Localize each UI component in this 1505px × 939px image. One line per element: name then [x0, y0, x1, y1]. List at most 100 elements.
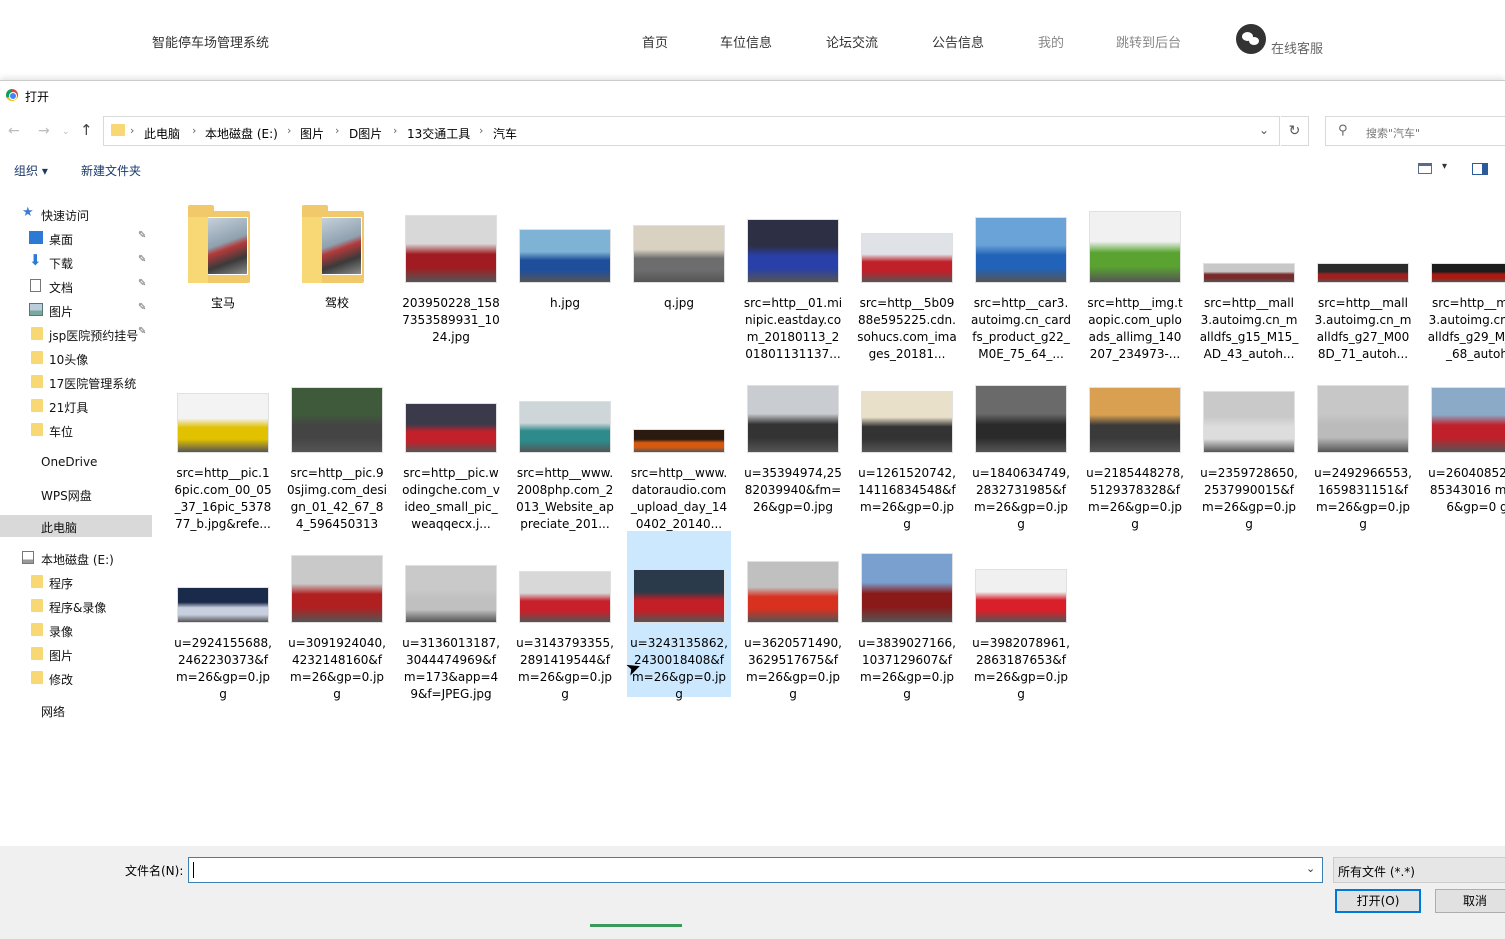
file-item[interactable]: u=3620571490,3629517675&fm=26&gp=0.jpg — [741, 531, 845, 701]
file-item[interactable]: h.jpg — [513, 191, 617, 357]
open-button[interactable]: 打开(O) — [1335, 889, 1421, 913]
file-item[interactable]: u=3143793355,2891419544&fm=26&gp=0.jpg — [513, 531, 617, 701]
filetype-select[interactable]: 所有文件 (*.*) — [1333, 857, 1505, 883]
filename-input[interactable] — [188, 857, 1323, 883]
pin-icon[interactable]: ✎ — [138, 230, 146, 241]
view-options-chevron-icon[interactable]: ▾ — [1442, 161, 1447, 172]
sidebar-item-this-pc[interactable]: 此电脑 — [0, 515, 152, 537]
file-item[interactable]: src=http__mall3.autoimg.cn_malldfs_g15_M… — [1197, 191, 1301, 361]
address-dropdown-chevron-icon[interactable]: ⌄ — [1259, 123, 1269, 137]
sidebar-item-quick-access[interactable]: ★ 快速访问 — [0, 203, 152, 225]
file-item[interactable]: src=http__mall3.autoimg.cn_malldfs_g29_M… — [1425, 191, 1505, 361]
breadcrumb-transport[interactable]: 13交通工具 — [407, 125, 470, 142]
file-item[interactable]: u=2924155688,2462230373&fm=26&gp=0.jpg — [171, 531, 275, 701]
breadcrumb-this-pc[interactable]: 此电脑 — [144, 125, 180, 142]
pin-icon[interactable]: ✎ — [138, 278, 146, 289]
breadcrumb-separator[interactable]: › — [393, 124, 397, 137]
breadcrumb-local-disk[interactable]: 本地磁盘 (E:) — [205, 125, 278, 142]
breadcrumb-separator[interactable]: › — [335, 124, 339, 137]
sidebar-item-downloads[interactable]: ⬇ 下载 ✎ — [0, 251, 152, 273]
refresh-icon[interactable]: ↻ — [1281, 116, 1309, 146]
file-item[interactable]: u=3982078961,2863187653&fm=26&gp=0.jpg — [969, 531, 1073, 701]
nav-home[interactable]: 首页 — [642, 32, 668, 51]
sidebar-item-avatars[interactable]: 10头像 — [0, 347, 152, 369]
new-folder-button[interactable]: 新建文件夹 — [81, 162, 141, 179]
pin-icon[interactable]: ✎ — [138, 302, 146, 313]
preview-pane-icon[interactable] — [1472, 163, 1488, 175]
pin-icon[interactable]: ✎ — [138, 326, 146, 337]
sidebar-item-programs[interactable]: 程序 — [0, 571, 152, 593]
breadcrumb-separator[interactable]: › — [192, 124, 196, 137]
file-item[interactable]: src=http__www.datoraudio.com_upload_day_… — [627, 361, 731, 531]
sidebar-item-wps-drive[interactable]: WPS网盘 — [0, 483, 152, 505]
file-item[interactable]: src=http__mall3.autoimg.cn_malldfs_g27_M… — [1311, 191, 1415, 361]
file-item[interactable]: u=1261520742,14116834548&fm=26&gp=0.jpg — [855, 361, 959, 531]
search-input[interactable]: 搜索"汽车" — [1366, 125, 1420, 141]
file-item[interactable]: src=http__car3.autoimg.cn_cardfs_product… — [969, 191, 1073, 361]
file-item[interactable]: q.jpg — [627, 191, 731, 357]
nav-admin[interactable]: 跳转到后台 — [1116, 32, 1181, 51]
nav-notices[interactable]: 公告信息 — [932, 32, 984, 51]
folder-item[interactable]: 驾校 — [285, 191, 389, 357]
file-item[interactable]: u=35394974,2582039940&fm=26&gp=0.jpg — [741, 361, 845, 527]
file-item[interactable]: src=http__pic.90sjimg.com_design_01_42_6… — [285, 361, 389, 535]
file-item[interactable]: u=3839027166,1037129607&fm=26&gp=0.jpg — [855, 531, 959, 701]
sidebar-item-jsp-hospital[interactable]: jsp医院预约挂号 ✎ — [0, 323, 152, 345]
site-title[interactable]: 智能停车场管理系统 — [152, 32, 269, 51]
sidebar-item-network[interactable]: 网络 — [0, 699, 152, 721]
breadcrumb-separator[interactable]: › — [287, 124, 291, 137]
filename-history-chevron-icon[interactable]: ⌄ — [1306, 862, 1315, 875]
breadcrumb-pictures[interactable]: 图片 — [300, 125, 324, 142]
breadcrumb-d-pictures[interactable]: D图片 — [349, 125, 382, 142]
sidebar-item-edits[interactable]: 修改 — [0, 667, 152, 689]
image-thumbnail — [633, 225, 725, 283]
file-item[interactable]: src=http__01.minipic.eastday.com_2018011… — [741, 191, 845, 361]
online-service-link[interactable]: 在线客服 — [1271, 38, 1323, 57]
sidebar-item-lamps[interactable]: 21灯具 — [0, 395, 152, 417]
sidebar-item-onedrive[interactable]: OneDrive — [0, 451, 152, 473]
sidebar-item-label: 10头像 — [49, 353, 89, 367]
nav-forum[interactable]: 论坛交流 — [826, 32, 878, 51]
sidebar-item-pictures[interactable]: 图片 ✎ — [0, 299, 152, 321]
up-arrow-icon[interactable]: ↑ — [80, 121, 93, 139]
sidebar-item-local-disk[interactable]: 本地磁盘 (E:) — [0, 547, 152, 569]
nav-parking-info[interactable]: 车位信息 — [720, 32, 772, 51]
back-arrow-icon[interactable]: ← — [8, 123, 20, 139]
sidebar-item-images[interactable]: 图片 — [0, 643, 152, 665]
sidebar-item-parking[interactable]: 车位 — [0, 419, 152, 441]
cancel-button[interactable]: 取消 — [1435, 889, 1505, 913]
forward-arrow-icon[interactable]: → — [38, 123, 50, 139]
image-thumbnail — [1089, 211, 1181, 283]
breadcrumb-cars[interactable]: 汽车 — [493, 125, 517, 142]
file-item[interactable]: u=26040852 1485343016 m=26&gp=0 g — [1425, 361, 1505, 527]
recent-locations-chevron-icon[interactable]: ⌄ — [62, 127, 70, 137]
file-item[interactable]: u=1840634749,2832731985&fm=26&gp=0.jpg — [969, 361, 1073, 531]
nav-mine[interactable]: 我的 — [1038, 32, 1064, 51]
pin-icon[interactable]: ✎ — [138, 254, 146, 265]
file-item[interactable]: src=http__img.taopic.com_uploads_allimg_… — [1083, 191, 1187, 361]
file-item[interactable]: src=http__5b0988e595225.cdn.sohucs.com_i… — [855, 191, 959, 361]
breadcrumb-separator[interactable]: › — [479, 124, 483, 137]
file-item[interactable]: src=http__pic.wodingche.com_video_small_… — [399, 361, 503, 531]
sidebar-item-recordings[interactable]: 录像 — [0, 619, 152, 641]
file-item[interactable]: u=2185448278,5129378328&fm=26&gp=0.jpg — [1083, 361, 1187, 531]
organize-button[interactable]: 组织 ▾ — [14, 162, 48, 179]
search-box[interactable]: ⚲ 搜索"汽车" — [1325, 116, 1505, 146]
file-item[interactable]: 203950228_1587353589931_1024.jpg — [399, 191, 503, 357]
file-item[interactable]: u=3136013187,3044474969&fm=173&app=49&f=… — [399, 531, 503, 701]
file-item[interactable]: src=http__www.2008php.com_2013_Website_a… — [513, 361, 617, 531]
change-view-icon[interactable] — [1418, 163, 1432, 174]
sidebar-item-hospital-system[interactable]: 17医院管理系统 — [0, 371, 152, 393]
file-item[interactable]: u=3091924040,4232148160&fm=26&gp=0.jpg — [285, 531, 389, 701]
sidebar-item-documents[interactable]: 文档 ✎ — [0, 275, 152, 297]
folder-icon — [31, 399, 43, 412]
breadcrumb-separator[interactable]: › — [130, 124, 134, 137]
file-item[interactable]: u=2359728650,2537990015&fm=26&gp=0.jpg — [1197, 361, 1301, 531]
sidebar-item-programs-recordings[interactable]: 程序&录像 — [0, 595, 152, 617]
file-item[interactable]: u=2492966553,1659831151&fm=26&gp=0.jpg — [1311, 361, 1415, 531]
sidebar-item-desktop[interactable]: 桌面 ✎ — [0, 227, 152, 249]
folder-item[interactable]: 宝马 — [171, 191, 275, 357]
file-item[interactable]: src=http__pic.16pic.com_00_05_37_16pic_5… — [171, 361, 275, 531]
wechat-icon[interactable] — [1236, 24, 1266, 54]
address-bar[interactable]: › 此电脑 › 本地磁盘 (E:) › 图片 › D图片 › 13交通工具 › … — [103, 116, 1280, 146]
